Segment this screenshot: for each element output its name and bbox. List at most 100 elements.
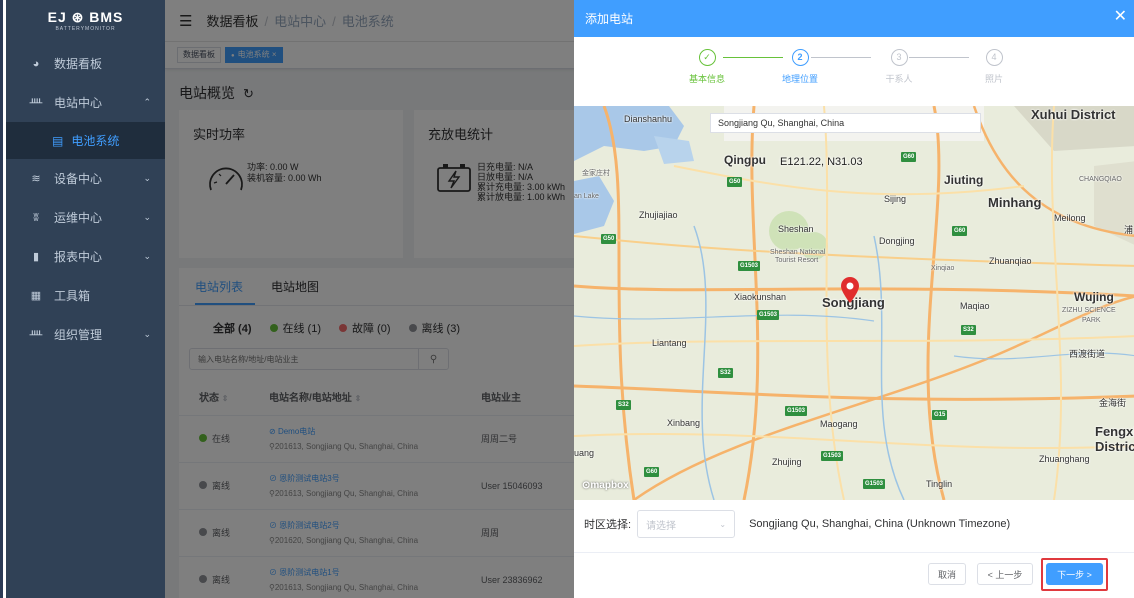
map-search-input[interactable]: Songjiang Qu, Shanghai, China bbox=[710, 113, 981, 133]
sidebar-item-label: 运维中心 bbox=[54, 211, 103, 225]
chevron-up-icon: ⌃ bbox=[143, 97, 151, 107]
highway-shield: G50 bbox=[601, 234, 617, 244]
map-label: 西渡街道 bbox=[1069, 349, 1106, 359]
app-root: EJ ⊛ BMS BATTERYMONITOR ◕ 数据看板 ᚉ 电站中心 ⌃ … bbox=[0, 0, 1134, 598]
steps-indicator: ✓ 基本信息 2 地理位置 3 干系人 4 照片 bbox=[574, 37, 1134, 106]
dashboard-icon: ◕ bbox=[32, 57, 40, 70]
sidebar-item-device-center[interactable]: ≋ 设备中心 ⌄ bbox=[6, 159, 165, 198]
map-label: Xuhui District bbox=[1031, 107, 1116, 122]
mapbox-logo-text: mapbox bbox=[590, 480, 629, 491]
map-label: Maqiao bbox=[960, 301, 990, 311]
map-label: Sijing bbox=[884, 194, 907, 204]
previous-step-button[interactable]: < 上一步 bbox=[977, 563, 1033, 585]
org-icon: ᚉ bbox=[29, 329, 43, 341]
highway-shield: G50 bbox=[727, 177, 743, 187]
mapbox-logo: ⊙mapbox bbox=[582, 480, 629, 491]
map-label: Maogang bbox=[820, 419, 858, 429]
highway-shield: G60 bbox=[901, 152, 917, 162]
drawer-title: 添加电站 bbox=[585, 12, 634, 26]
map-label: Qingpu bbox=[724, 153, 766, 167]
chevron-down-icon: ⌄ bbox=[719, 519, 727, 529]
map-label: Tourist Resort bbox=[775, 257, 819, 264]
map-label: Sheshan National bbox=[770, 249, 826, 256]
highway-shield: G15 bbox=[932, 410, 948, 420]
map-label: Meilong bbox=[1054, 213, 1086, 223]
map-label: Sheshan bbox=[778, 224, 814, 234]
chevron-down-icon: ⌄ bbox=[143, 251, 151, 261]
sidebar-item-label: 电池系统 bbox=[71, 134, 120, 148]
sidebar-item-station-center[interactable]: ᚉ 电站中心 ⌃ bbox=[6, 83, 165, 122]
map-label: Zhuanqiao bbox=[989, 256, 1032, 266]
logo: EJ ⊛ BMS BATTERYMONITOR bbox=[6, 0, 165, 40]
step-circle: 3 bbox=[890, 49, 908, 66]
highway-shield: G1503 bbox=[821, 451, 844, 461]
chevron-down-icon: ⌄ bbox=[143, 212, 151, 222]
map-label: uang bbox=[574, 448, 595, 458]
timezone-label: 时区选择: bbox=[584, 519, 632, 531]
map-label: PARK bbox=[1082, 317, 1101, 324]
close-icon[interactable]: ✕ bbox=[1114, 9, 1127, 25]
sidebar-item-label: 工具箱 bbox=[54, 289, 91, 303]
battery-icon: ▤ bbox=[52, 133, 64, 148]
map-label: Xiaokunshan bbox=[734, 292, 787, 302]
map-label: Xinqiao bbox=[931, 265, 955, 272]
step-stakeholders: 3 干系人 bbox=[859, 49, 939, 85]
map-label: Xinbang bbox=[667, 418, 701, 428]
timezone-placeholder: 请选择 bbox=[646, 520, 677, 532]
map-label: CHANGQIAO bbox=[1079, 176, 1122, 183]
sidebar-item-label: 设备中心 bbox=[54, 172, 103, 186]
step-number: 2 bbox=[797, 52, 803, 62]
highway-shield: G60 bbox=[644, 467, 660, 477]
map-label: Jiuting bbox=[944, 173, 984, 187]
map-label: Zhujiajiao bbox=[639, 210, 678, 220]
toolbox-icon: ▦ bbox=[30, 290, 42, 302]
step-label: 干系人 bbox=[885, 74, 913, 84]
check-icon: ✓ bbox=[698, 49, 716, 66]
map-label: ZIZHU SCIENCE bbox=[1062, 307, 1116, 314]
modal-overlay[interactable] bbox=[165, 0, 574, 598]
sidebar-item-label: 组织管理 bbox=[54, 328, 103, 342]
add-station-drawer: 添加电站 ✕ ✓ 基本信息 2 地理位置 3 干系人 4 照片 Songjian… bbox=[574, 0, 1134, 598]
map-label: 金海街 bbox=[1099, 398, 1127, 408]
step-basic-info: ✓ 基本信息 bbox=[667, 49, 747, 85]
device-icon: ≋ bbox=[31, 173, 41, 185]
map-label: 金家庄村 bbox=[582, 170, 610, 177]
drawer-header: 添加电站 ✕ bbox=[574, 0, 1134, 37]
highway-shield: S32 bbox=[961, 325, 976, 335]
map-label: Fengxia bbox=[1095, 424, 1134, 439]
cancel-button[interactable]: 取消 bbox=[928, 563, 966, 585]
report-icon: ▮ bbox=[32, 251, 40, 263]
step-circle: 2 bbox=[791, 49, 809, 66]
map-label: Tinglin bbox=[926, 479, 953, 489]
step-label: 地理位置 bbox=[781, 74, 818, 84]
station-icon: ᚉ bbox=[29, 97, 43, 109]
sidebar-item-maintenance-center[interactable]: ʬ 运维中心 ⌄ bbox=[6, 198, 165, 237]
location-pin-icon[interactable] bbox=[840, 276, 860, 304]
location-map[interactable]: Songjiang Qu, Shanghai, China E121.22, N… bbox=[574, 106, 1134, 500]
map-label: Minhang bbox=[988, 195, 1042, 210]
step-circle: 4 bbox=[985, 49, 1003, 66]
sidebar-item-dashboard[interactable]: ◕ 数据看板 bbox=[6, 44, 165, 83]
highway-shield: G1503 bbox=[785, 406, 808, 416]
step-photos: 4 照片 bbox=[954, 49, 1034, 85]
map-label: an Lake bbox=[574, 193, 599, 200]
highway-shield: G1503 bbox=[863, 479, 886, 489]
coordinate-readout: E121.22, N31.03 bbox=[780, 156, 863, 168]
map-label: Dianshanhu bbox=[624, 114, 673, 124]
maintenance-icon: ʬ bbox=[33, 211, 39, 224]
sidebar-item-label: 数据看板 bbox=[54, 57, 103, 71]
timezone-row: 时区选择: 请选择 ⌄ Songjiang Qu, Shanghai, Chin… bbox=[584, 510, 1124, 538]
step-number: 4 bbox=[991, 52, 997, 62]
highway-shield: G60 bbox=[952, 226, 968, 236]
sidebar-item-label: 电站中心 bbox=[54, 96, 103, 110]
timezone-select[interactable]: 请选择 ⌄ bbox=[637, 510, 736, 538]
map-label: Distric bbox=[1095, 439, 1134, 454]
sidebar-item-org-management[interactable]: ᚉ 组织管理 ⌄ bbox=[6, 315, 165, 354]
logo-subtext: BATTERYMONITOR bbox=[55, 25, 116, 32]
next-step-button[interactable]: 下一步 > bbox=[1046, 563, 1103, 585]
sidebar-item-toolbox[interactable]: ▦ 工具箱 bbox=[6, 276, 165, 315]
sidebar-item-battery-system[interactable]: ▤ 电池系统 bbox=[6, 122, 165, 159]
sidebar-item-report-center[interactable]: ▮ 报表中心 ⌄ bbox=[6, 237, 165, 276]
highway-shield: S32 bbox=[616, 400, 631, 410]
logo-text: EJ ⊛ BMS bbox=[47, 8, 124, 25]
